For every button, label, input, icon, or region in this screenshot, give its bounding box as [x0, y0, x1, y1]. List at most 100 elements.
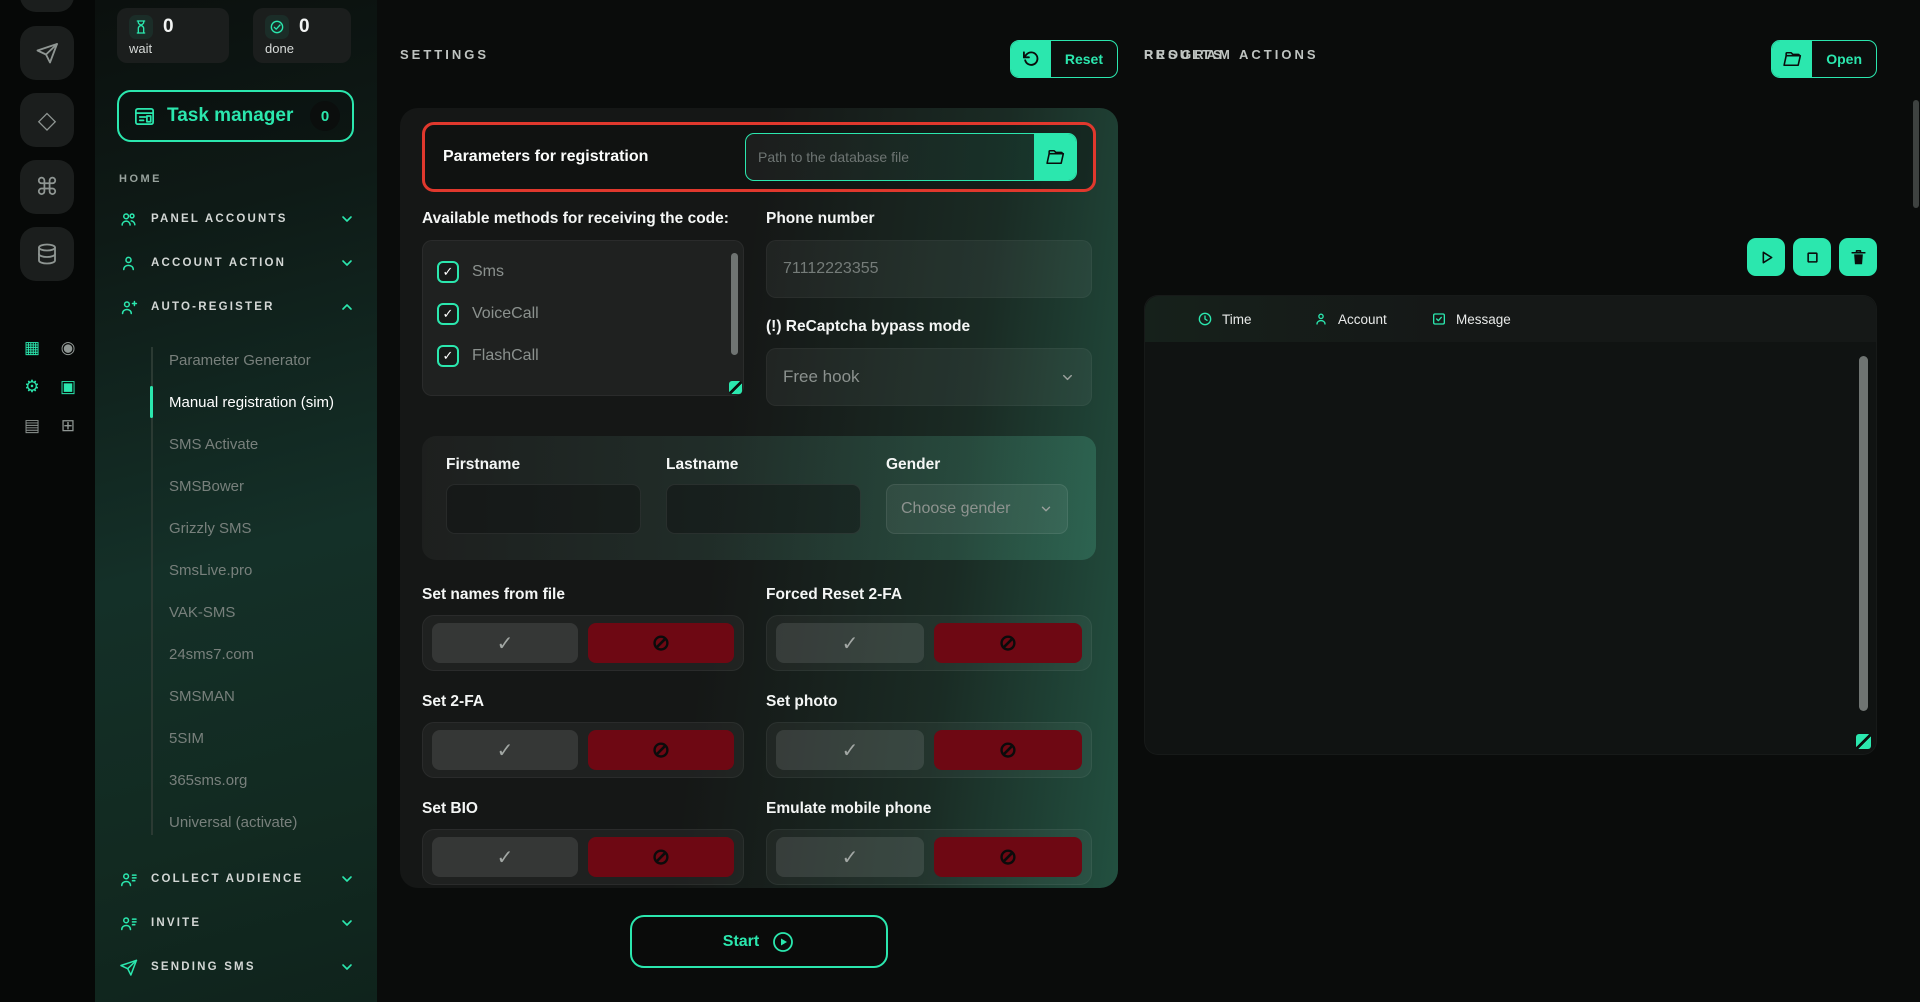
message-icon [1431, 311, 1447, 327]
toggle-emulate-mobile-phone: Emulate mobile phone ✓ ⊘ [766, 800, 1092, 885]
reset-button[interactable]: Reset [1010, 40, 1118, 78]
sidebar-item-panel-accounts[interactable]: PANEL ACCOUNTS [117, 197, 377, 241]
table-scrollbar[interactable] [1859, 356, 1868, 711]
play-circle-icon [771, 930, 795, 954]
play-button[interactable] [1747, 238, 1785, 276]
wait-count: 0 [163, 16, 174, 38]
table-resize-handle[interactable] [1856, 734, 1871, 749]
lastname-input[interactable] [679, 501, 848, 518]
phone-input[interactable] [783, 260, 1075, 278]
submenu-item-sms-activate[interactable]: SMS Activate [169, 423, 377, 465]
wait-label: wait [129, 41, 217, 56]
sms-checkbox[interactable]: ✓ [437, 261, 459, 283]
stop-button[interactable] [1793, 238, 1831, 276]
profile-icon[interactable]: ◉ [50, 328, 86, 367]
column-message: Message [1431, 311, 1511, 327]
gender-select[interactable]: Choose gender [886, 484, 1068, 534]
lastname-field: Lastname [666, 456, 861, 560]
delete-button[interactable] [1839, 238, 1877, 276]
program-actions-buttons [1747, 238, 1877, 276]
enable-button[interactable]: ✓ [432, 837, 578, 877]
hourglass-icon [129, 15, 153, 39]
submenu-item-smsbower[interactable]: SMSBower [169, 465, 377, 507]
open-results-button[interactable]: Open [1771, 40, 1877, 78]
phone-recaptcha-fields: Phone number (!) ReCaptcha bypass mode F… [766, 210, 1092, 406]
database-path-input[interactable] [746, 134, 1034, 180]
chevron-down-icon [339, 871, 355, 887]
submenu-item-manual-registration[interactable]: Manual registration (sim) [169, 381, 377, 423]
submenu-item-smslive-pro[interactable]: SmsLive.pro [169, 549, 377, 591]
sidebar-item-auto-register[interactable]: AUTO-REGISTER [117, 285, 377, 329]
enable-button[interactable]: ✓ [776, 837, 924, 877]
submenu-item-365sms[interactable]: 365sms.org [169, 759, 377, 801]
disable-button[interactable]: ⊘ [588, 837, 734, 877]
names-card: Firstname Lastname Gender Choose gender [422, 436, 1096, 560]
person-icon [1313, 311, 1329, 327]
task-manager-icon [133, 105, 156, 128]
enable-button[interactable]: ✓ [776, 623, 924, 663]
methods-listbox: ✓ Sms ✓ VoiceCall ✓ FlashCall [422, 240, 744, 396]
column-account: Account [1313, 311, 1431, 327]
firstname-input[interactable] [459, 501, 628, 518]
window-scrollbar[interactable] [1913, 100, 1919, 208]
folder-open-icon[interactable] [1034, 134, 1076, 180]
chevron-down-icon [339, 211, 355, 227]
paper-plane-icon [119, 958, 138, 977]
sidebar-item-invite[interactable]: INVITE [117, 901, 377, 945]
flashcall-checkbox[interactable]: ✓ [437, 345, 459, 367]
person-list-icon [119, 914, 138, 933]
recaptcha-select[interactable]: Free hook [766, 348, 1092, 406]
command-icon[interactable]: ⌘ [20, 160, 74, 214]
enable-button[interactable]: ✓ [776, 730, 924, 770]
billing-icon[interactable]: ▦ [14, 328, 50, 367]
voicecall-checkbox[interactable]: ✓ [437, 303, 459, 325]
database-icon[interactable] [20, 227, 74, 281]
phone-label: Phone number [766, 210, 1092, 228]
sidebar-item-account-action[interactable]: ACCOUNT ACTION [117, 241, 377, 285]
disable-button[interactable]: ⊘ [588, 730, 734, 770]
main-content: SETTINGS Reset Parameters for registrati… [377, 0, 1920, 1002]
sidebar-item-collect-audience[interactable]: COLLECT AUDIENCE [117, 857, 377, 901]
modules-icon[interactable]: ⊞ [50, 406, 86, 445]
toggle-forced-reset-2fa: Forced Reset 2-FA ✓ ⊘ [766, 586, 1092, 671]
lastname-label: Lastname [666, 456, 861, 474]
submenu-item-parameter-generator[interactable]: Parameter Generator [169, 339, 377, 381]
column-time: Time [1197, 311, 1313, 327]
task-counters: 0 wait 0 done [117, 8, 377, 63]
method-row-sms: ✓ Sms [437, 251, 729, 293]
toggles-grid: Set names from file ✓ ⊘ Forced Reset 2-F… [422, 586, 1096, 885]
table-header: Time Account Message [1145, 296, 1876, 342]
clock-icon [1197, 311, 1213, 327]
listbox-scrollbar[interactable] [731, 253, 738, 355]
listbox-resize-handle[interactable] [729, 381, 742, 394]
sidebar-item-sending-sms[interactable]: SENDING SMS [117, 945, 377, 989]
docs-icon[interactable]: ▤ [14, 406, 50, 445]
submenu-item-smsman[interactable]: SMSMAN [169, 675, 377, 717]
toggle-set-photo: Set photo ✓ ⊘ [766, 693, 1092, 778]
disable-button[interactable]: ⊘ [934, 623, 1082, 663]
monitor-icon[interactable]: ▣ [50, 367, 86, 406]
chevron-down-icon [339, 959, 355, 975]
disable-button[interactable]: ⊘ [588, 623, 734, 663]
disable-button[interactable]: ⊘ [934, 730, 1082, 770]
start-button[interactable]: Start [630, 915, 888, 968]
send-icon[interactable] [20, 26, 74, 80]
diamond-icon[interactable]: ◇ [20, 93, 74, 147]
chevron-down-icon [1039, 502, 1053, 516]
disable-button[interactable]: ⊘ [934, 837, 1082, 877]
submenu-item-grizzly-sms[interactable]: Grizzly SMS [169, 507, 377, 549]
gear-icon[interactable]: ⚙ [14, 367, 50, 406]
submenu-item-24sms7[interactable]: 24sms7.com [169, 633, 377, 675]
top-partial-button[interactable] [20, 0, 74, 12]
submenu-item-universal-activate[interactable]: Universal (activate) [169, 801, 377, 843]
enable-button[interactable]: ✓ [432, 623, 578, 663]
sidebar: 0 wait 0 done Task manager 0 HOME [95, 0, 377, 1002]
icon-rail: ◇ ⌘ ▦ ◉ ⚙ ▣ ▤ ⊞ [0, 0, 95, 1002]
submenu-item-5sim[interactable]: 5SIM [169, 717, 377, 759]
method-row-voicecall: ✓ VoiceCall [437, 293, 729, 335]
submenu-item-vak-sms[interactable]: VAK-SMS [169, 591, 377, 633]
task-manager-button[interactable]: Task manager 0 [117, 90, 354, 142]
methods-field: Available methods for receiving the code… [422, 210, 744, 406]
wait-counter: 0 wait [117, 8, 229, 63]
enable-button[interactable]: ✓ [432, 730, 578, 770]
